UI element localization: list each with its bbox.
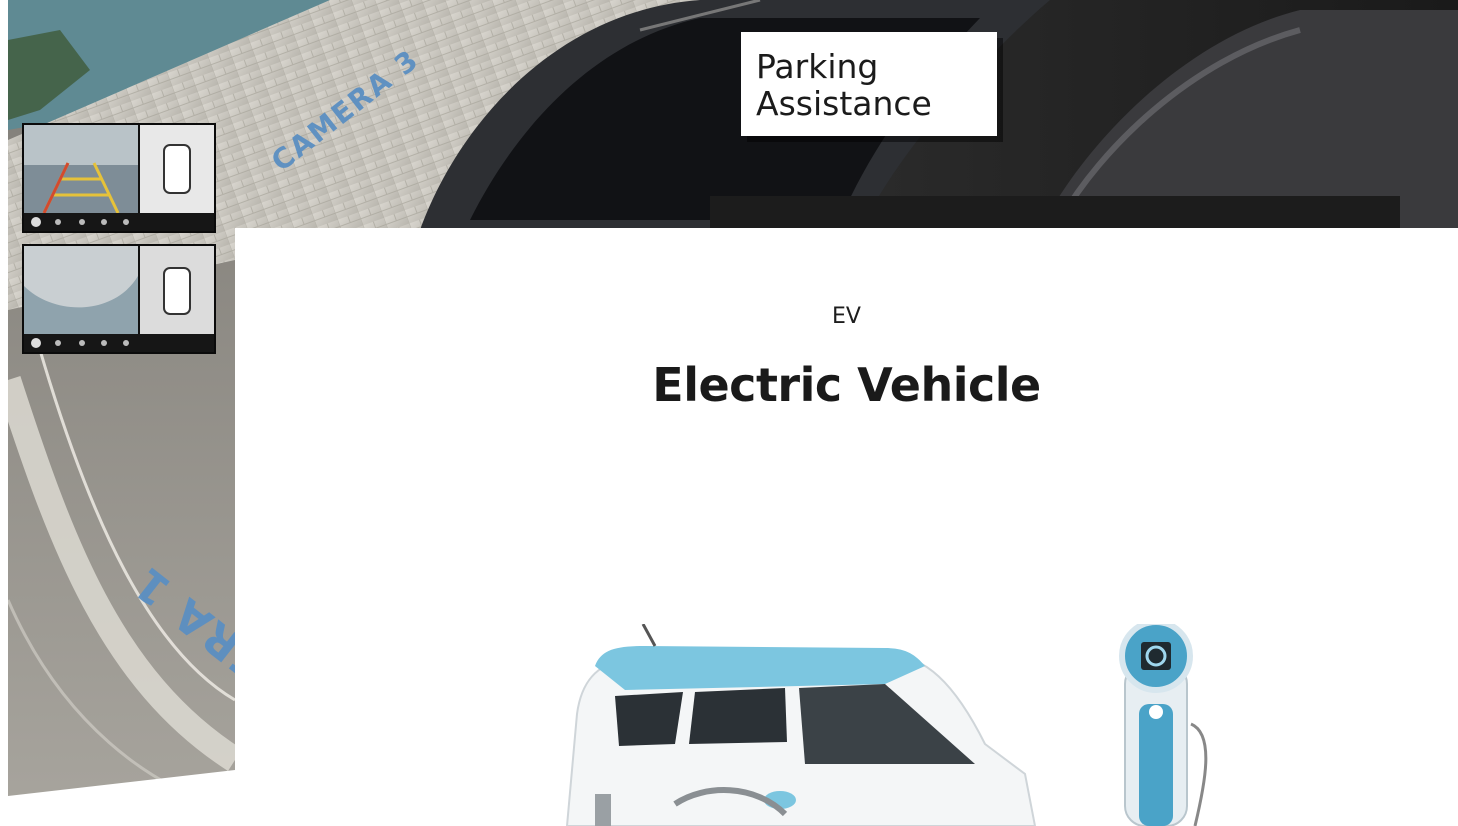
ev-section[interactable]: EV Electric Vehicle: [235, 228, 1458, 826]
rear-camera-thumbnail: [22, 123, 216, 233]
surround-camera-thumbnail: [22, 244, 216, 354]
ev-eyebrow: EV: [832, 304, 861, 329]
ev-title: Electric Vehicle: [652, 358, 1041, 412]
ev-car-illustration: [555, 624, 1235, 826]
parking-title: Parking Assistance: [756, 47, 932, 123]
parking-title-card: Parking Assistance: [741, 32, 997, 136]
charging-station-icon: [1119, 624, 1208, 826]
